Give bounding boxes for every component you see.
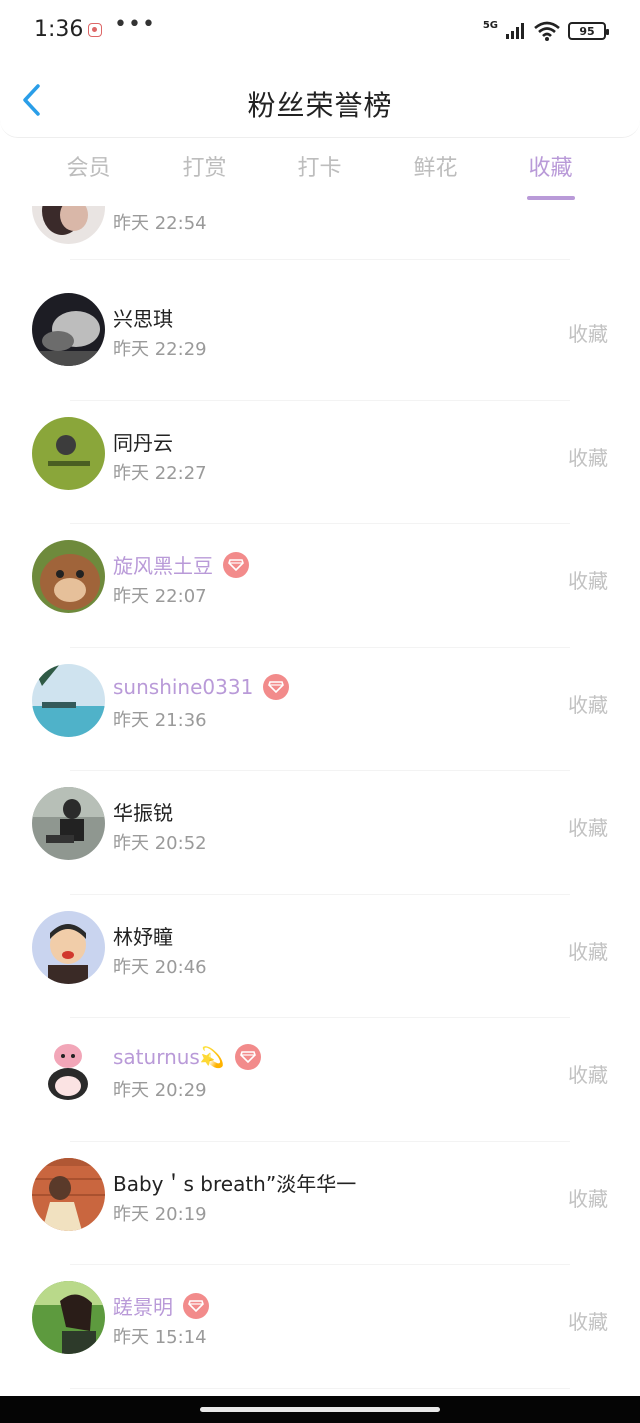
user-name: 蹉景明 — [113, 1295, 173, 1319]
wifi-icon — [534, 21, 560, 41]
battery-icon: 95 — [568, 22, 609, 40]
item-time: 昨天 22:07 — [113, 586, 207, 607]
item-time: 昨天 20:29 — [113, 1080, 207, 1101]
favorite-label: 收藏 — [568, 445, 608, 470]
item-time: 昨天 20:52 — [113, 833, 207, 854]
tab-favorites[interactable]: 收藏 — [493, 150, 608, 182]
item-time: 昨天 22:29 — [113, 339, 207, 360]
list-item[interactable]: saturnus💫 昨天 20:29 收藏 — [0, 1018, 640, 1142]
avatar — [32, 1034, 105, 1107]
item-time: 昨天 15:14 — [113, 1327, 207, 1348]
status-bar: 1:36 ••• 5G 95 — [0, 0, 640, 60]
favorite-label: 收藏 — [568, 1186, 608, 1211]
user-name: 同丹云 — [113, 430, 173, 455]
vip-diamond-icon — [263, 673, 290, 700]
favorite-label: 收藏 — [568, 1063, 608, 1087]
page-title: 粉丝荣誉榜 — [247, 89, 393, 122]
avatar — [32, 1157, 105, 1231]
user-name: sunshine0331 — [113, 674, 254, 699]
list-item[interactable]: 蹉景明 昨天 15:14 收藏 — [0, 1265, 640, 1389]
item-time: 昨天 20:19 — [113, 1203, 207, 1225]
name-line: 林妤瞳 — [113, 921, 173, 950]
more-notifications-icon: ••• — [114, 12, 156, 37]
favorite-label: 收藏 — [568, 1310, 608, 1334]
status-time: 1:36 — [34, 17, 84, 42]
status-indicators: 5G 95 — [482, 18, 609, 44]
avatar — [32, 663, 105, 737]
name-line: 蹉景明 — [113, 1291, 209, 1320]
avatar — [32, 540, 105, 613]
list-item[interactable]: sunshine0331 昨天 21:36 收藏 — [0, 648, 640, 771]
name-line: Baby＇s breath”淡年华一 — [113, 1168, 356, 1197]
fan-list: 昨天 22:54 兴思琪 昨天 22:29 收藏 同丹云 昨天 22:27 收藏… — [0, 206, 640, 1396]
network-type: 5G — [482, 19, 498, 31]
favorite-label: 收藏 — [568, 569, 608, 593]
favorite-label: 收藏 — [568, 322, 608, 346]
signal-icon — [506, 23, 524, 39]
item-time: 昨天 21:36 — [113, 709, 207, 731]
tab-checkin[interactable]: 打卡 — [262, 150, 377, 182]
name-line: 华振锐 — [113, 797, 173, 826]
tab-members[interactable]: 会员 — [31, 150, 146, 182]
favorite-label: 收藏 — [568, 692, 608, 717]
item-time: 昨天 20:46 — [113, 956, 207, 978]
home-indicator[interactable] — [200, 1407, 440, 1412]
vip-diamond-icon — [234, 1044, 261, 1070]
avatar — [32, 293, 105, 366]
list-item[interactable]: 兴思琪 昨天 22:29 收藏 — [0, 277, 640, 401]
list-item-partial[interactable]: 昨天 22:54 — [0, 206, 640, 260]
divider — [70, 1387, 570, 1389]
list-item[interactable]: Baby＇s breath”淡年华一 昨天 20:19 收藏 — [0, 1142, 640, 1265]
name-line: 兴思琪 — [113, 303, 173, 332]
item-time: 昨天 22:27 — [113, 462, 207, 484]
favorite-label: 收藏 — [568, 816, 608, 840]
user-name: 兴思琪 — [113, 307, 173, 331]
favorite-label: 收藏 — [568, 939, 608, 964]
user-name: 华振锐 — [113, 801, 173, 825]
vip-diamond-icon — [223, 551, 249, 578]
tab-active-indicator — [527, 196, 575, 200]
user-name: 林妤瞳 — [113, 924, 173, 949]
avatar — [32, 1281, 105, 1354]
user-name: saturnus💫 — [113, 1045, 225, 1069]
tab-rewards[interactable]: 打赏 — [147, 150, 262, 182]
avatar — [32, 206, 105, 244]
list-item[interactable]: 林妤瞳 昨天 20:46 收藏 — [0, 895, 640, 1018]
tab-bar: 会员 打赏 打卡 鲜花 收藏 — [0, 150, 640, 206]
vip-diamond-icon — [183, 1292, 209, 1319]
name-line: sunshine0331 — [113, 673, 290, 700]
avatar — [32, 787, 105, 860]
header: 粉丝荣誉榜 — [0, 60, 640, 138]
notification-app-icon — [88, 23, 102, 37]
list-item[interactable]: 旋风黑土豆 昨天 22:07 收藏 — [0, 524, 640, 648]
user-name: 旋风黑土豆 — [113, 554, 213, 578]
user-name: Baby＇s breath”淡年华一 — [113, 1171, 357, 1196]
item-time: 昨天 22:54 — [113, 213, 207, 234]
avatar — [32, 416, 105, 490]
list-item[interactable]: 华振锐 昨天 20:52 收藏 — [0, 771, 640, 895]
navigation-bar — [0, 1396, 640, 1423]
tab-flowers[interactable]: 鲜花 — [378, 150, 493, 182]
divider — [70, 258, 570, 260]
name-line: 同丹云 — [113, 427, 173, 456]
list-item[interactable]: 同丹云 昨天 22:27 收藏 — [0, 401, 640, 524]
avatar — [32, 910, 105, 984]
name-line: saturnus💫 — [113, 1044, 261, 1070]
name-line: 旋风黑土豆 — [113, 550, 249, 579]
